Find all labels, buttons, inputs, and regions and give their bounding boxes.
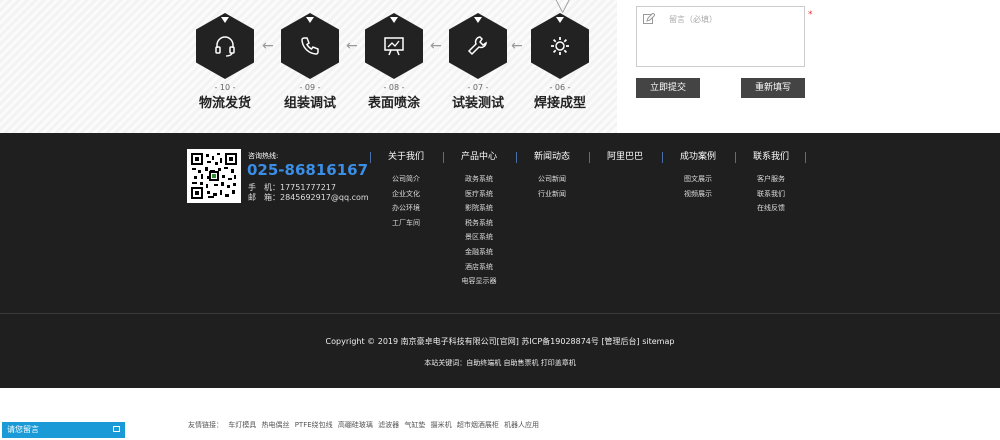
gear-icon <box>551 37 569 55</box>
friend-link[interactable]: PTFE绕包线 <box>295 421 333 429</box>
nav-link[interactable]: 酒店系统 <box>443 260 515 275</box>
site-footer: 咨询热线: 025-86816167 手 机：17751777217 邮 箱：2… <box>0 133 1000 388</box>
phone-icon <box>301 37 319 55</box>
arrow-left-icon: ← <box>346 38 358 54</box>
links-label: 友情链接： <box>188 421 223 429</box>
hotline-label: 咨询热线: <box>248 152 279 160</box>
message-placeholder: 留言（必填） <box>669 15 717 24</box>
required-mark: * <box>808 10 813 20</box>
hotline-number: 025-86816167 <box>247 161 369 179</box>
friend-link[interactable]: 超市烟酒展柜 <box>457 421 499 429</box>
qr-code <box>187 149 241 203</box>
leave-message-widget[interactable]: 请您留言 <box>2 422 125 438</box>
nav-link[interactable]: 电容显示器 <box>443 274 515 289</box>
step-name: 物流发货 <box>198 96 251 111</box>
footer-nav-contact: 联系我们 客户服务 联系我们 在线反馈 <box>735 150 807 216</box>
friend-link[interactable]: 滤波器 <box>378 421 399 429</box>
nav-link[interactable]: 在线反馈 <box>735 201 807 216</box>
footer-nav-products: 产品中心 政务系统 医疗系统 影院系统 税务系统 景区系统 金融系统 酒店系统 … <box>443 150 515 289</box>
nav-link[interactable]: 联系我们 <box>735 187 807 202</box>
nav-link[interactable]: 公司新闻 <box>516 172 588 187</box>
step-number: - 07 - <box>467 83 489 92</box>
nav-link[interactable]: 企业文化 <box>370 187 442 202</box>
hexagon-badge <box>365 13 423 79</box>
footer-nav-alibaba: 阿里巴巴 <box>589 150 661 164</box>
friend-link[interactable]: 气缸垫 <box>404 421 425 429</box>
chat-label: 请您留言 <box>7 425 39 434</box>
email-address: 邮 箱：2845692917@qq.com <box>248 193 369 202</box>
nav-link[interactable]: 政务系统 <box>443 172 515 187</box>
hexagon-badge <box>281 13 339 79</box>
nav-link[interactable]: 工厂车间 <box>370 216 442 231</box>
page: ╲╱ - 10 - 物流发货 ← - 09 - 组装调试 ← - 08 - 表面… <box>0 0 1000 440</box>
step-number: - 08 - <box>383 83 405 92</box>
submit-button[interactable]: 立即提交 <box>636 78 700 98</box>
friend-link[interactable]: 车灯模具 <box>228 421 256 429</box>
nav-link[interactable]: 景区系统 <box>443 230 515 245</box>
nav-separator <box>805 152 806 163</box>
hexagon-badge <box>449 13 507 79</box>
reset-button[interactable]: 重新填写 <box>741 78 805 98</box>
nav-title[interactable]: 关于我们 <box>370 150 442 164</box>
message-textarea[interactable]: 留言（必填） <box>636 6 805 67</box>
nav-link[interactable]: 金融系统 <box>443 245 515 260</box>
headset-icon <box>215 36 235 57</box>
window-icon[interactable] <box>113 426 120 432</box>
footer-nav-about: 关于我们 公司简介 企业文化 办公环境 工厂车间 <box>370 150 442 230</box>
nav-link[interactable]: 医疗系统 <box>443 187 515 202</box>
edit-icon <box>643 13 655 24</box>
friend-link[interactable]: 热电偶丝 <box>261 421 289 429</box>
friend-link[interactable]: 高硼硅玻璃 <box>338 421 373 429</box>
nav-link[interactable]: 税务系统 <box>443 216 515 231</box>
site-keywords: 本站关键词：自助终端机 自助售票机 打印盖章机 <box>424 359 576 367</box>
nav-link[interactable]: 影院系统 <box>443 201 515 216</box>
nav-link[interactable]: 公司简介 <box>370 172 442 187</box>
nav-link[interactable]: 行业新闻 <box>516 187 588 202</box>
step-number: - 09 - <box>299 83 321 92</box>
nav-link[interactable]: 客户服务 <box>735 172 807 187</box>
nav-title[interactable]: 成功案例 <box>662 150 734 164</box>
friend-link[interactable]: 机器人应用 <box>504 421 539 429</box>
hexagon-badge <box>531 13 589 79</box>
copyright-text: Copyright © 2019 南京豪卓电子科技有限公司[官网] 苏ICP备1… <box>325 337 675 346</box>
friend-links: 友情链接： 车灯模具 热电偶丝 PTFE绕包线 高硼硅玻璃 滤波器 气缸垫 摄米… <box>188 420 542 430</box>
nav-title[interactable]: 新闻动态 <box>516 150 588 164</box>
wrench-icon <box>467 36 487 56</box>
nav-link[interactable]: 视频展示 <box>662 187 734 202</box>
footer-divider <box>0 313 1000 314</box>
nav-link[interactable]: 办公环境 <box>370 201 442 216</box>
nav-link[interactable]: 图文展示 <box>662 172 734 187</box>
footer-nav-news: 新闻动态 公司新闻 行业新闻 <box>516 150 588 201</box>
step-number: - 06 - <box>549 83 571 92</box>
process-step-06: - 06 - 焊接成型 <box>531 0 617 120</box>
nav-title[interactable]: 阿里巴巴 <box>589 150 661 164</box>
message-form: 留言（必填） * 立即提交 重新填写 <box>617 0 1000 133</box>
nav-title[interactable]: 联系我们 <box>735 150 807 164</box>
hexagon-badge <box>196 13 254 79</box>
easel-icon <box>384 37 404 56</box>
step-name: 焊接成型 <box>533 96 586 111</box>
arrow-left-icon: ← <box>511 38 523 54</box>
friend-link[interactable]: 摄米机 <box>431 421 452 429</box>
nav-title[interactable]: 产品中心 <box>443 150 515 164</box>
arrow-left-icon: ← <box>430 38 442 54</box>
footer-nav-cases: 成功案例 图文展示 视频展示 <box>662 150 734 201</box>
step-number: - 10 - <box>214 83 236 92</box>
arrow-left-icon: ← <box>262 38 274 54</box>
